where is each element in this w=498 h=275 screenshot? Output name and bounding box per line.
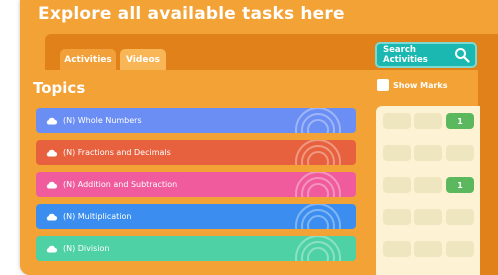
topics-title: Topics <box>33 79 86 97</box>
search-icon <box>455 48 470 63</box>
mark-cell <box>414 209 442 225</box>
show-marks-toggle[interactable]: Show Marks <box>377 79 448 91</box>
topic-label: (N) Whole Numbers <box>63 116 142 125</box>
mark-cell <box>446 241 474 257</box>
search-activities-button[interactable]: Search Activities <box>375 42 477 68</box>
topic-label: (N) Addition and Subtraction <box>63 180 178 189</box>
mark-cell <box>414 145 442 161</box>
topic-label: (N) Division <box>63 244 110 253</box>
topic-row[interactable]: (N) Multiplication <box>36 204 356 229</box>
topic-row[interactable]: (N) Addition and Subtraction <box>36 172 356 197</box>
decorative-swirl-icon <box>288 172 348 197</box>
cloud-icon <box>46 181 57 189</box>
mark-cell: 1 <box>446 177 474 193</box>
show-marks-checkbox[interactable] <box>377 79 389 91</box>
show-marks-label: Show Marks <box>393 80 448 90</box>
decorative-swirl-icon <box>288 204 348 229</box>
search-activities-label: Search Activities <box>383 45 428 65</box>
mark-cell <box>383 241 411 257</box>
mark-cell <box>446 209 474 225</box>
mark-cell <box>446 145 474 161</box>
page-heading: Explore all available tasks here <box>38 4 345 24</box>
mark-cell <box>414 113 442 129</box>
cloud-icon <box>46 117 57 125</box>
mark-cell <box>383 113 411 129</box>
decorative-swirl-icon <box>288 236 348 261</box>
cloud-icon <box>46 245 57 253</box>
mark-cell: 1 <box>446 113 474 129</box>
mark-cell <box>414 177 442 193</box>
cloud-icon <box>46 213 57 221</box>
tab-activities[interactable]: Activities <box>60 49 116 71</box>
cloud-icon <box>46 149 57 157</box>
decorative-swirl-icon <box>288 140 348 165</box>
mark-cell <box>383 209 411 225</box>
mark-cell <box>414 241 442 257</box>
topic-label: (N) Fractions and Decimals <box>63 148 171 157</box>
topic-row[interactable]: (N) Whole Numbers <box>36 108 356 133</box>
mark-cell <box>383 177 411 193</box>
topic-row[interactable]: (N) Fractions and Decimals <box>36 140 356 165</box>
topic-row[interactable]: (N) Division <box>36 236 356 261</box>
tab-videos[interactable]: Videos <box>120 49 166 71</box>
topic-label: (N) Multiplication <box>63 212 132 221</box>
mark-cell <box>383 145 411 161</box>
decorative-swirl-icon <box>288 108 348 133</box>
